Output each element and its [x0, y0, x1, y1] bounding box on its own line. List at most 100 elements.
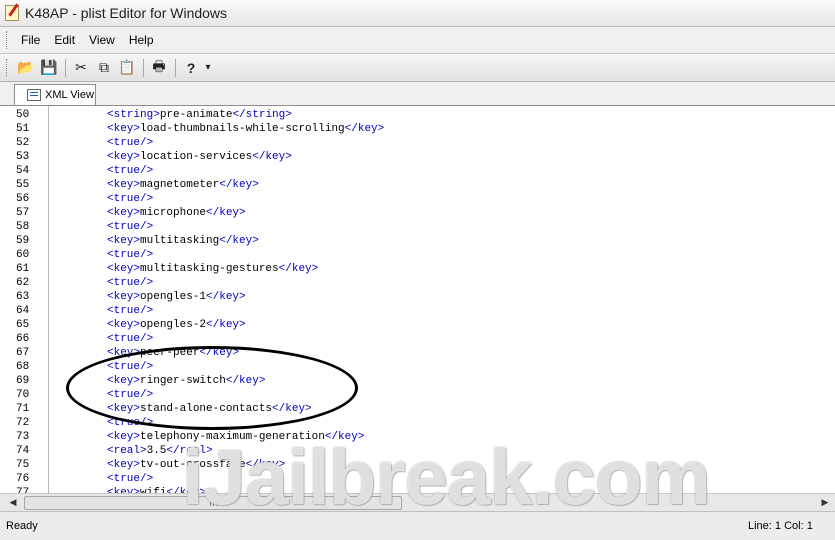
code-line[interactable]: 75 <key>tv-out-crossfade</key> [0, 458, 835, 472]
code-text: <true/> [107, 193, 154, 205]
code-line[interactable]: 55 <key>magnetometer</key> [0, 178, 835, 192]
code-line[interactable]: 58 <true/> [0, 220, 835, 234]
line-number: 50 [16, 109, 30, 121]
code-line[interactable]: 76 <true/> [0, 472, 835, 486]
code-text: <true/> [107, 277, 154, 289]
code-line[interactable]: 50 <string>pre-animate</string> [0, 108, 835, 122]
toolbar-separator [175, 58, 176, 77]
line-number: 63 [16, 291, 30, 303]
code-line[interactable]: 65 <key>opengles-2</key> [0, 318, 835, 332]
code-text: <key>wifi</key> [107, 487, 207, 493]
menu-file[interactable]: File [14, 33, 47, 47]
code-line[interactable]: 51 <key>load-thumbnails-while-scrolling</… [0, 122, 835, 136]
cursor-position: Line: 1 Col: 1 [748, 520, 813, 532]
line-number: 64 [16, 305, 30, 317]
line-number: 77 [16, 487, 30, 493]
code-line[interactable]: 62 <true/> [0, 276, 835, 290]
line-number: 52 [16, 137, 30, 149]
line-number: 72 [16, 417, 30, 429]
code-line[interactable]: 73 <key>telephony-maximum-generation</key… [0, 430, 835, 444]
code-text: <true/> [107, 305, 154, 317]
code-line[interactable]: 66 <true/> [0, 332, 835, 346]
line-number: 61 [16, 263, 30, 275]
line-number: 67 [16, 347, 30, 359]
code-text: <true/> [107, 333, 154, 345]
code-line[interactable]: 64 <true/> [0, 304, 835, 318]
line-number: 74 [16, 445, 30, 457]
help-icon[interactable]: ? [180, 57, 202, 79]
cut-icon[interactable]: ✂ [70, 57, 92, 79]
annotation-circle [66, 346, 358, 430]
scrollbar-thumb[interactable] [24, 496, 402, 510]
line-number: 65 [16, 319, 30, 331]
tab-label: XML View [45, 89, 94, 101]
code-text: <key>microphone</key> [107, 207, 246, 219]
code-line[interactable]: 54 <true/> [0, 164, 835, 178]
xml-editor[interactable]: 50 <string>pre-animate</string> 51 <key>loa… [0, 106, 835, 493]
code-line[interactable]: 57 <key>microphone</key> [0, 206, 835, 220]
toolbar: 📂 💾 ✂ ⧉ 📋 🖶 ? ▾ [0, 54, 835, 82]
scroll-right-icon[interactable]: ▶ [818, 496, 832, 509]
line-number: 51 [16, 123, 30, 135]
line-number: 68 [16, 361, 30, 373]
code-text: <key>opengles-1</key> [107, 291, 246, 303]
menu-edit[interactable]: Edit [47, 33, 82, 47]
title-bar: K48AP - plist Editor for Windows [0, 0, 835, 27]
code-text: <key>tv-out-crossfade</key> [107, 459, 286, 471]
code-text: <true/> [107, 137, 154, 149]
code-text: <key>magnetometer</key> [107, 179, 259, 191]
line-number: 75 [16, 459, 30, 471]
menu-help[interactable]: Help [122, 33, 161, 47]
line-number: 55 [16, 179, 30, 191]
paste-icon[interactable]: 📋 [116, 57, 138, 79]
save-icon[interactable]: 💾 [38, 57, 60, 79]
line-number: 54 [16, 165, 30, 177]
line-number: 57 [16, 207, 30, 219]
line-number: 60 [16, 249, 30, 261]
code-line[interactable]: 74 <real>3.5</real> [0, 444, 835, 458]
line-number: 59 [16, 235, 30, 247]
print-icon[interactable]: 🖶 [148, 57, 170, 79]
code-text: <key>multitasking-gestures</key> [107, 263, 319, 275]
scroll-left-icon[interactable]: ◀ [6, 496, 20, 509]
code-text: <true/> [107, 473, 154, 485]
line-number: 53 [16, 151, 30, 163]
line-number: 56 [16, 193, 30, 205]
code-line[interactable]: 77 <key>wifi</key> [0, 486, 835, 493]
line-number: 76 [16, 473, 30, 485]
tab-xml-view[interactable]: XML View [14, 84, 96, 105]
code-text: <key>location-services</key> [107, 151, 292, 163]
horizontal-scrollbar[interactable]: ◀ ▶ [0, 493, 835, 511]
code-line[interactable]: 53 <key>location-services</key> [0, 150, 835, 164]
code-text: <key>telephony-maximum-generation</key> [107, 431, 365, 443]
tab-strip: XML View [0, 82, 835, 106]
code-line[interactable]: 63 <key>opengles-1</key> [0, 290, 835, 304]
toolbar-separator [143, 58, 144, 77]
chevron-down-icon[interactable]: ▾ [203, 57, 213, 79]
code-text: <key>multitasking</key> [107, 235, 259, 247]
menu-bar: File Edit View Help [0, 27, 835, 54]
status-bar: Ready Line: 1 Col: 1 [0, 511, 835, 540]
code-line[interactable]: 52 <true/> [0, 136, 835, 150]
code-text: <key>opengles-2</key> [107, 319, 246, 331]
line-number: 73 [16, 431, 30, 443]
line-number: 71 [16, 403, 30, 415]
toolbar-grip [6, 58, 10, 77]
copy-icon[interactable]: ⧉ [93, 57, 115, 79]
code-line[interactable]: 59 <key>multitasking</key> [0, 234, 835, 248]
xml-view-icon [27, 89, 41, 101]
menu-grip [6, 31, 10, 49]
line-number: 58 [16, 221, 30, 233]
window-title: K48AP - plist Editor for Windows [25, 5, 228, 21]
code-text: <string>pre-animate</string> [107, 109, 292, 121]
code-line[interactable]: 61 <key>multitasking-gestures</key> [0, 262, 835, 276]
code-text: <true/> [107, 221, 154, 233]
code-text: <true/> [107, 165, 154, 177]
line-number: 66 [16, 333, 30, 345]
code-line[interactable]: 56 <true/> [0, 192, 835, 206]
menu-view[interactable]: View [82, 33, 122, 47]
code-text: <true/> [107, 249, 154, 261]
code-line[interactable]: 60 <true/> [0, 248, 835, 262]
open-icon[interactable]: 📂 [15, 57, 37, 79]
thumb-grip-icon [210, 499, 218, 506]
